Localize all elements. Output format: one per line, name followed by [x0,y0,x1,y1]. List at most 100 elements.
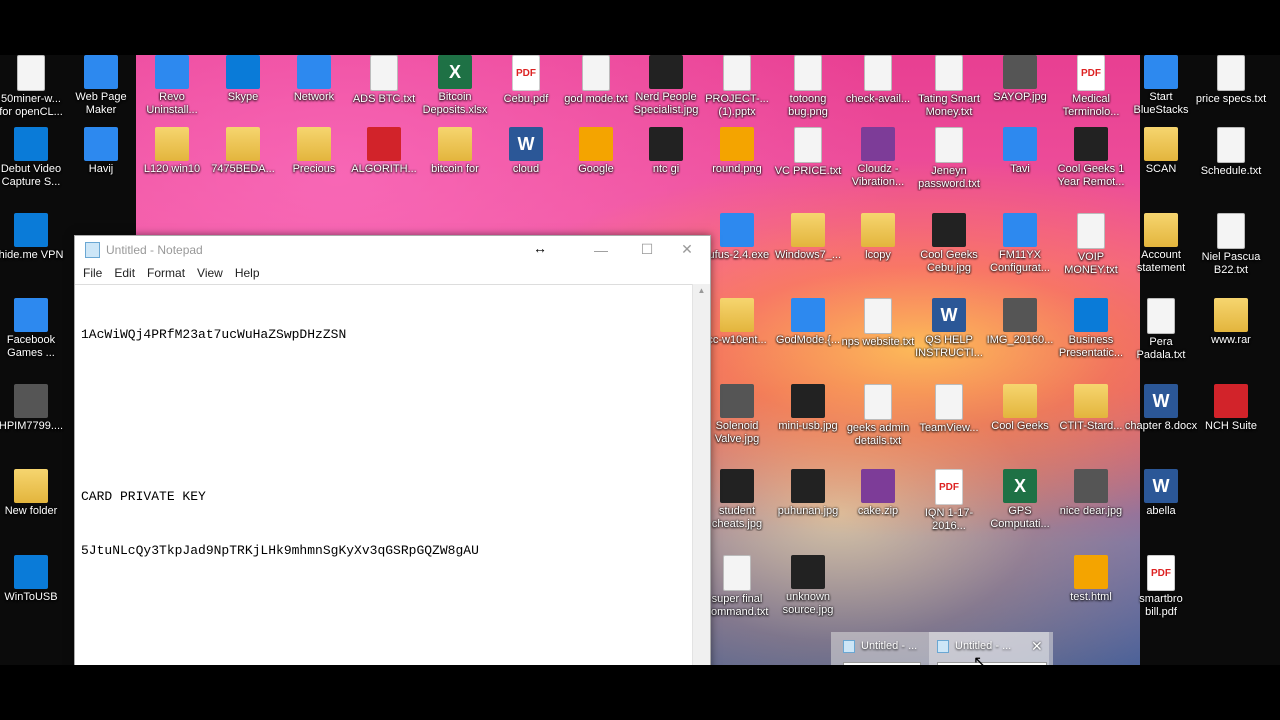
desktop-icon[interactable]: cake.zip [841,469,915,518]
desktop-icon[interactable]: Wchapter 8.docx [1124,384,1198,433]
desktop-icon[interactable]: rufus-2.4.exe [700,213,774,262]
desktop-icon[interactable]: student cheats.jpg [700,469,774,531]
menu-view[interactable]: View [191,266,229,280]
notepad-titlebar[interactable]: Untitled - Notepad ↔ — ☐ ✕ [75,236,710,263]
desktop-icon[interactable]: PDF Cebu.pdf [489,55,563,106]
desktop-icon[interactable]: New folder [0,469,68,518]
minimize-button[interactable]: — [578,236,624,263]
desktop-icon[interactable]: test.html [1054,555,1128,604]
red-file-icon [1214,384,1248,418]
desktop-icon[interactable]: Tating Smart Money.txt [912,55,986,119]
desktop-icon[interactable]: Network [277,55,351,104]
desktop-icon-label: NCH Suite [1205,420,1257,432]
desktop-icon[interactable]: Solenoid Valve.jpg [700,384,774,446]
text-line-3 [81,434,687,452]
notepad-text-area[interactable]: 1AcWiWQj4PRfM23at7ucWuHaZSwpDHzZSN CARD … [75,284,693,665]
desktop-icon[interactable]: geeks admin details.txt [841,384,915,448]
desktop-icon-label: Medical Terminolo... [1062,93,1120,118]
desktop-icon[interactable]: ADS BTC.txt [347,55,421,106]
desktop-icon[interactable]: Tavi [983,127,1057,176]
desktop-icon[interactable]: super final command.txt [700,555,774,619]
desktop-icon[interactable]: Jeneyn password.txt [912,127,986,191]
txt-file-icon [864,55,892,91]
desktop-icon[interactable]: Havij [64,127,138,176]
desktop-icon[interactable]: WinToUSB [0,555,68,604]
desktop-icon-label: Havij [88,163,114,175]
desktop-icon[interactable]: FM11YX Configurat... [983,213,1057,275]
desktop-icon-label: puhunan.jpg [777,505,839,517]
desktop-icon[interactable]: Skype [206,55,280,104]
desktop-icon[interactable]: NCH Suite [1194,384,1268,433]
desktop-icon[interactable]: Start BlueStacks [1124,55,1198,117]
desktop-icon-label: super final command.txt [705,593,769,618]
desktop-icon[interactable]: cc-w10ent... [700,298,774,347]
menu-help[interactable]: Help [229,266,266,280]
thumbnail-close-icon[interactable]: ✕ [1031,638,1043,655]
desktop-icon[interactable]: god mode.txt [559,55,633,106]
desktop-icon[interactable]: Precious [277,127,351,176]
desktop-icon[interactable]: 7475BEDA... [206,127,280,176]
desktop-icon[interactable]: ntc gi [629,127,703,176]
desktop-icon[interactable]: nice dear.jpg [1054,469,1128,518]
menu-edit[interactable]: Edit [108,266,141,280]
desktop-icon[interactable]: Web Page Maker [64,55,138,117]
desktop-icon[interactable]: Account statement [1124,213,1198,275]
desktop-icon[interactable]: round.png [700,127,774,176]
desktop-icon[interactable]: VC PRICE.txt [771,127,845,178]
desktop-icon[interactable]: Niel Pascua B22.txt [1194,213,1268,277]
desktop-icon[interactable]: bitcoin for [418,127,492,176]
desktop-icon[interactable]: SCAN [1124,127,1198,176]
desktop-icon[interactable]: 50miner-w... for openCL... [0,55,68,119]
desktop-icon[interactable]: Cool Geeks [983,384,1057,433]
desktop-icon[interactable]: Schedule.txt [1194,127,1268,178]
desktop-icon[interactable]: SAYOP.jpg [983,55,1057,104]
desktop-icon[interactable]: PDF Medical Terminolo... [1054,55,1128,119]
menu-file[interactable]: File [77,266,108,280]
desktop-icon[interactable]: Business Presentatic... [1054,298,1128,360]
notepad-window[interactable]: Untitled - Notepad ↔ — ☐ ✕ File Edit For… [74,235,711,665]
desktop-icon[interactable]: Revo Uninstall... [135,55,209,117]
desktop-icon[interactable]: Cloudz - Vibration... [841,127,915,189]
desktop-icon[interactable]: CTIT-Stard... [1054,384,1128,433]
desktop-icon[interactable]: Wcloud [489,127,563,176]
desktop-icon[interactable]: X Bitcoin Deposits.xlsx [418,55,492,117]
desktop-icon[interactable]: www.rar [1194,298,1268,347]
desktop-icon[interactable]: unknown source.jpg [771,555,845,617]
desktop-icon[interactable]: hide.me VPN [0,213,68,262]
desktop-icon[interactable]: Cool Geeks 1 Year Remot... [1054,127,1128,189]
desktop-icon[interactable]: totoong bug.png [771,55,845,119]
desktop-icon[interactable]: PDF IQN 1-17-2016... [912,469,986,533]
vertical-scrollbar[interactable]: ▲ [692,284,710,665]
desktop-icon-label: Precious [292,163,336,175]
thumbnail-window-1[interactable]: Untitled - ... [835,632,925,665]
close-button[interactable]: ✕ [664,236,710,263]
desktop-icon[interactable]: TeamView... [912,384,986,435]
desktop-icon[interactable]: Nerd People Specialist.jpg [629,55,703,117]
desktop-icon[interactable]: PROJECT-... (1).pptx [700,55,774,119]
desktop-icon[interactable]: Cool Geeks Cebu.jpg [912,213,986,275]
desktop-icon[interactable]: VOIP MONEY.txt [1054,213,1128,277]
desktop-icon[interactable]: Facebook Games ... [0,298,68,360]
desktop-icon[interactable]: IMG_20160... [983,298,1057,347]
desktop-icon[interactable]: Google [559,127,633,176]
desktop-icon[interactable]: check-avail... [841,55,915,106]
desktop-icon[interactable]: Debut Video Capture S... [0,127,68,189]
desktop-icon[interactable]: W QS HELP INSTRUCTI... [912,298,986,360]
desktop-icon[interactable]: X GPS Computati... [983,469,1057,531]
desktop-icon-label: lcopy [865,249,891,261]
desktop-icon[interactable]: Wabella [1124,469,1198,518]
desktop-icon[interactable]: GodMode.{... [771,298,845,347]
menu-format[interactable]: Format [141,266,191,280]
desktop-icon[interactable]: price specs.txt [1194,55,1268,106]
desktop-icon[interactable]: HPIM7799.... [0,384,68,433]
desktop-icon[interactable]: mini-usb.jpg [771,384,845,433]
desktop-icon[interactable]: PDF smartbro bill.pdf [1124,555,1198,619]
desktop-icon[interactable]: ALGORITH... [347,127,421,176]
desktop-icon[interactable]: nps website.txt [841,298,915,349]
desktop-icon[interactable]: lcopy [841,213,915,262]
desktop-icon[interactable]: L120 win10 [135,127,209,176]
scroll-up-icon[interactable]: ▲ [693,284,710,295]
desktop-icon[interactable]: puhunan.jpg [771,469,845,518]
desktop-icon[interactable]: Windows7_... [771,213,845,262]
desktop-icon[interactable]: Pera Padala.txt [1124,298,1198,362]
